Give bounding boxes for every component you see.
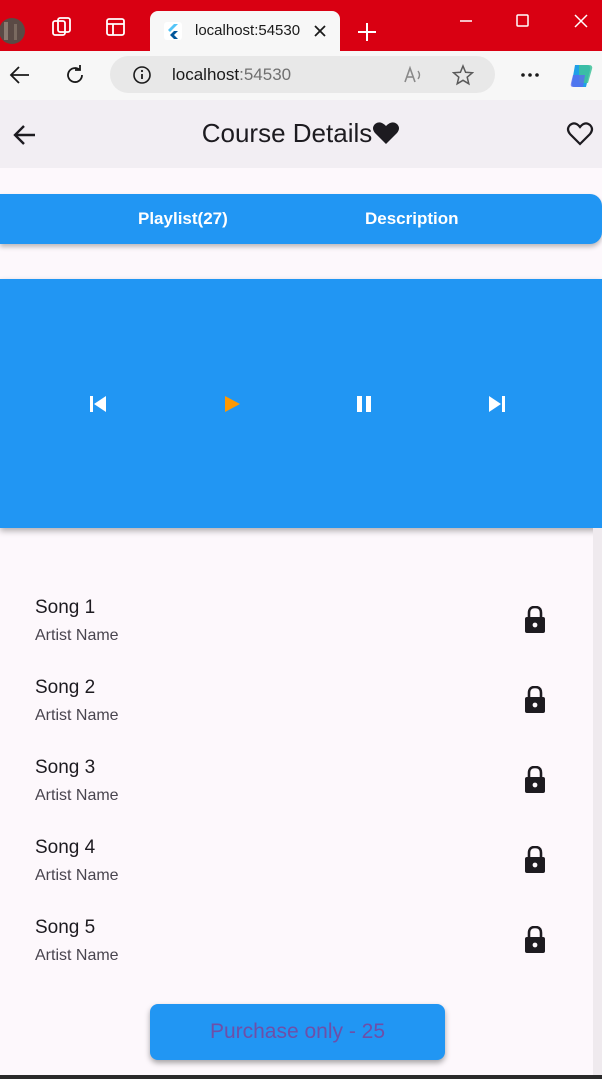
song-title: Song 5	[35, 917, 96, 938]
list-item[interactable]: Song 1 Artist Name	[0, 597, 560, 677]
song-artist: Artist Name	[35, 707, 119, 724]
refresh-icon[interactable]	[63, 63, 87, 87]
more-menu-icon[interactable]	[519, 65, 541, 85]
app-bar: Course Details	[0, 100, 602, 168]
minimize-icon[interactable]	[458, 13, 474, 29]
song-artist: Artist Name	[35, 947, 119, 964]
tab-actions-icon[interactable]	[103, 14, 137, 48]
site-info-icon[interactable]	[132, 65, 152, 85]
url-field[interactable]: localhost:54530	[110, 56, 495, 93]
list-item[interactable]: Song 4 Artist Name	[0, 837, 560, 917]
url-text: localhost:54530	[172, 65, 291, 85]
flutter-icon	[164, 22, 182, 40]
browser-address-bar: localhost:54530	[0, 51, 602, 100]
lock-icon	[524, 605, 546, 634]
close-tab-icon[interactable]	[313, 24, 327, 38]
song-title: Song 4	[35, 837, 96, 858]
tab-bar: Playlist(27) Description	[0, 194, 602, 244]
list-item[interactable]: Song 5 Artist Name	[0, 917, 560, 997]
song-title: Song 1	[35, 597, 96, 618]
tab-description[interactable]: Description	[365, 209, 459, 229]
workspaces-icon[interactable]	[50, 14, 84, 48]
url-port: :54530	[239, 65, 292, 84]
song-artist: Artist Name	[35, 867, 119, 884]
lock-icon	[524, 925, 546, 954]
page-title-text: Course Details	[201, 118, 373, 148]
lock-icon	[524, 845, 546, 874]
pause-icon[interactable]	[352, 392, 376, 416]
close-window-icon[interactable]	[573, 13, 589, 29]
favorite-star-icon[interactable]	[451, 64, 475, 86]
scrollbar[interactable]	[593, 528, 602, 1079]
back-icon[interactable]	[8, 63, 32, 87]
list-item[interactable]: Song 2 Artist Name	[0, 677, 560, 757]
new-tab-icon[interactable]	[357, 22, 377, 42]
purchase-button-label: Purchase only - 25	[209, 1020, 386, 1043]
play-icon[interactable]	[220, 392, 244, 416]
favorite-outline-icon[interactable]	[566, 121, 594, 147]
profile-avatar[interactable]	[0, 16, 28, 46]
copilot-icon[interactable]	[567, 61, 597, 91]
maximize-icon[interactable]	[515, 13, 531, 29]
purchase-button[interactable]: Purchase only - 25	[150, 1004, 445, 1060]
browser-tab-title: localhost:54530	[195, 22, 301, 39]
song-title: Song 2	[35, 677, 96, 698]
url-host: localhost	[172, 65, 240, 84]
read-aloud-icon[interactable]	[403, 65, 425, 85]
song-title: Song 3	[35, 757, 96, 778]
heart-filled-icon	[373, 122, 400, 144]
skip-next-icon[interactable]	[485, 392, 509, 416]
list-item[interactable]: Song 3 Artist Name	[0, 757, 560, 837]
lock-icon	[524, 685, 546, 714]
browser-title-bar: localhost:54530	[0, 0, 602, 51]
page-title: Course Details	[0, 118, 602, 149]
lock-icon	[524, 765, 546, 794]
tab-playlist[interactable]: Playlist(27)	[138, 209, 228, 229]
song-artist: Artist Name	[35, 627, 119, 644]
window-bottom-edge	[0, 1075, 602, 1079]
browser-tab-active[interactable]: localhost:54530	[150, 11, 340, 51]
skip-previous-icon[interactable]	[86, 392, 110, 416]
media-player	[0, 279, 602, 528]
song-artist: Artist Name	[35, 787, 119, 804]
